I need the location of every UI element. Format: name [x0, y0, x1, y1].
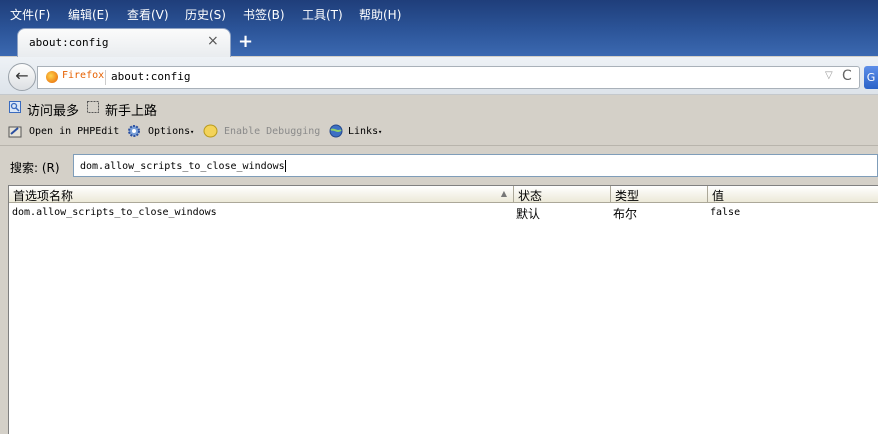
menu-bookmarks[interactable]: 书签(B) [243, 6, 285, 23]
enable-debugging-button[interactable]: Enable Debugging [224, 126, 320, 137]
column-header-status[interactable]: 状态 [514, 186, 611, 203]
phpedit-icon [8, 126, 22, 138]
row-pref-status: 默认 [516, 207, 541, 221]
menu-view[interactable]: 查看(V) [127, 6, 169, 23]
open-in-phpedit-button[interactable]: Open in PHPEdit [29, 126, 119, 137]
tab-about-config[interactable]: about:config × [17, 28, 231, 57]
close-icon[interactable]: × [207, 33, 219, 49]
bookmark-most-visited[interactable]: 访问最多 [27, 100, 79, 119]
menu-help[interactable]: 帮助(H) [359, 6, 401, 23]
links-button[interactable]: Links [348, 126, 378, 137]
search-input[interactable]: dom.allow_scripts_to_close_windows [73, 154, 878, 177]
menu-bar: 文件(F) 编辑(E) 查看(V) 历史(S) 书签(B) 工具(T) 帮助(H… [0, 0, 878, 28]
url-bar[interactable]: Firefox about:config ▽ C [37, 66, 860, 89]
debugger-icon [203, 124, 218, 138]
column-header-status-label: 状态 [518, 189, 543, 203]
search-engine-icon[interactable]: G [864, 66, 878, 89]
firefox-icon [46, 71, 58, 83]
preferences-table: 首选项名称 ▲ 状态 类型 值 dom.allow_scripts_to_clo… [8, 185, 878, 434]
column-header-value-label: 值 [712, 189, 725, 203]
search-input-value: dom.allow_scripts_to_close_windows [80, 161, 285, 172]
column-header-name-label: 首选项名称 [13, 189, 74, 203]
dropdown-triangle-icon[interactable]: ▽ [825, 70, 833, 81]
url-separator [105, 70, 106, 85]
menu-history[interactable]: 历史(S) [185, 6, 226, 23]
sort-ascending-icon: ▲ [500, 189, 507, 198]
back-arrow-icon[interactable]: ← [8, 63, 36, 91]
text-caret [284, 160, 286, 172]
column-header-name[interactable]: 首选项名称 ▲ [9, 186, 514, 203]
getting-started-icon [87, 101, 99, 113]
search-label: 搜索: (R) [10, 161, 60, 175]
globe-icon [329, 124, 343, 138]
menu-edit[interactable]: 编辑(E) [68, 6, 109, 23]
column-header-type-label: 类型 [615, 189, 640, 203]
tab-title: about:config [29, 36, 109, 49]
new-tab-plus-icon[interactable]: + [238, 31, 253, 52]
gear-icon [128, 125, 140, 137]
row-pref-value: false [710, 207, 741, 218]
most-visited-icon [9, 101, 21, 113]
links-dropdown-icon: ▾ [378, 128, 383, 136]
bookmark-getting-started[interactable]: 新手上路 [105, 100, 157, 119]
menu-file[interactable]: 文件(F) [10, 6, 50, 23]
identity-label[interactable]: Firefox [62, 70, 104, 81]
reload-icon[interactable]: C [842, 68, 852, 84]
addon-toolbar: Open in PHPEdit Options ▾ Enable Debuggi… [0, 119, 878, 146]
url-text[interactable]: about:config [111, 70, 190, 83]
bookmarks-toolbar: 访问最多 新手上路 [0, 95, 878, 119]
options-dropdown-icon: ▾ [190, 128, 195, 136]
options-button[interactable]: Options [148, 126, 190, 137]
column-header-value[interactable]: 值 [708, 186, 878, 203]
row-pref-type: 布尔 [613, 207, 638, 221]
column-header-type[interactable]: 类型 [611, 186, 708, 203]
row-pref-name: dom.allow_scripts_to_close_windows [12, 207, 217, 218]
menu-tools[interactable]: 工具(T) [302, 6, 343, 23]
